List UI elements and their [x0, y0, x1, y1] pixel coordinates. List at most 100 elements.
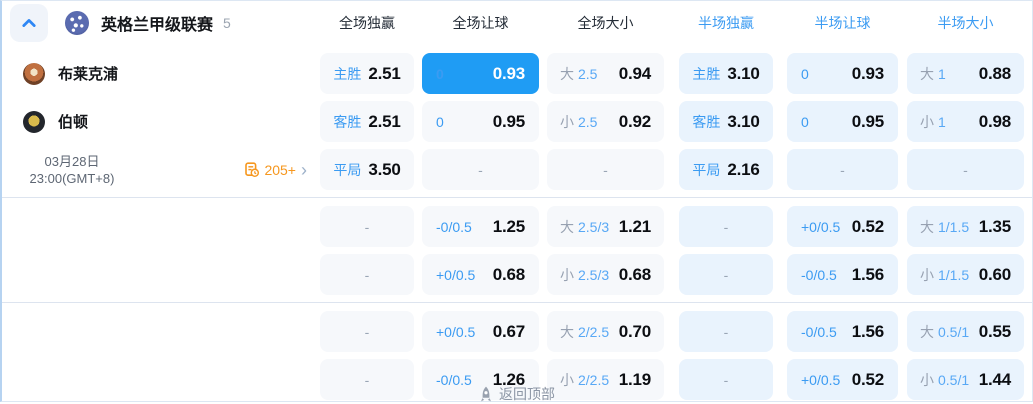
side-label: 大	[920, 66, 934, 82]
odds-cell[interactable]: 主胜2.51	[320, 53, 414, 94]
line-label: 1	[938, 114, 946, 130]
markets-count: 205+	[264, 162, 296, 178]
group-divider	[2, 197, 1032, 198]
league-match-count: 5	[223, 15, 231, 31]
odds-cell-empty: -	[679, 359, 773, 400]
odds-label: -0/0.5	[801, 324, 837, 340]
odds-value: 0.55	[979, 322, 1011, 342]
dash-label: -	[365, 372, 370, 388]
odds-row: -+0/0.50.67大2/2.50.70--0/0.51.56大0.5/10.…	[2, 311, 1032, 352]
group-divider	[2, 302, 1032, 303]
dash-label: -	[724, 372, 729, 388]
odds-label: +0/0.5	[801, 372, 840, 388]
odds-cell-empty: -	[320, 359, 414, 400]
odds-cell[interactable]: 小2/2.5 1.19	[547, 359, 664, 400]
odds-value: 0.93	[852, 64, 884, 84]
odds-cell[interactable]: 00.93	[422, 53, 539, 94]
odds-value: 1.56	[852, 322, 884, 342]
odds-cell-empty: -	[907, 149, 1024, 190]
odds-cell[interactable]: +0/0.50.68	[422, 254, 539, 295]
odds-cell[interactable]: 平局 3.50	[320, 149, 414, 190]
row-left-spacer	[2, 359, 320, 400]
odds-value: 0.93	[493, 64, 525, 84]
odds-value: 3.50	[368, 160, 400, 180]
line-label: 2.5	[578, 66, 597, 82]
overunder-label: 大2/2.5	[560, 322, 609, 342]
odds-label: 0	[801, 114, 809, 130]
markets-list-icon	[244, 162, 260, 178]
odds-label: 客胜	[692, 112, 720, 132]
side-label: 大	[560, 219, 574, 235]
odds-cell-empty: -	[422, 149, 539, 190]
overunder-label: 大2.5	[560, 64, 597, 84]
overunder-label: 小2.5/3	[560, 265, 609, 285]
dash-label: -	[478, 162, 483, 178]
odds-cell[interactable]: 客胜3.10	[679, 101, 773, 142]
odds-cell[interactable]: 大0.5/1 0.55	[907, 311, 1024, 352]
line-label: 0.5/1	[938, 372, 969, 388]
odds-cell[interactable]: 00.95	[787, 101, 898, 142]
overunder-label: 大0.5/1	[920, 322, 969, 342]
odds-cell[interactable]: 小10.98	[907, 101, 1024, 142]
dash-label: -	[365, 267, 370, 283]
odds-cell[interactable]: -0/0.51.25	[422, 206, 539, 247]
line-label: 2/2.5	[578, 372, 609, 388]
odds-label: 主胜	[692, 64, 720, 84]
line-label: 1/1.5	[938, 267, 969, 283]
odds-cell[interactable]: -0/0.5 1.56	[787, 311, 898, 352]
odds-cell[interactable]: 00.95	[422, 101, 539, 142]
odds-cell[interactable]: 小0.5/11.44	[907, 359, 1024, 400]
overunder-label: 小0.5/1	[920, 370, 969, 390]
odds-cell[interactable]: 平局2.16	[679, 149, 773, 190]
back-to-top-button[interactable]: 返回顶部	[478, 384, 555, 404]
line-label: 2.5	[578, 114, 597, 130]
odds-cell[interactable]: 客胜 2.51	[320, 101, 414, 142]
side-label: 小	[560, 267, 574, 283]
odds-value: 0.52	[852, 370, 884, 390]
overunder-label: 小1/1.5	[920, 265, 969, 285]
odds-cell-empty: -	[320, 254, 414, 295]
odds-label: +0/0.5	[801, 219, 840, 235]
side-label: 小	[560, 372, 574, 388]
odds-rows: 布莱克浦主胜2.5100.93大2.50.94主胜3.1000.93大10.88…	[2, 45, 1032, 400]
odds-cell-empty: -	[320, 206, 414, 247]
more-markets-link[interactable]: 205+ ›	[244, 162, 307, 178]
odds-value: 0.67	[493, 322, 525, 342]
odds-cell[interactable]: +0/0.50.52	[787, 206, 898, 247]
match-datetime-row: 03月28日23:00(GMT+8)205+›	[2, 149, 320, 190]
odds-value: 1.19	[619, 370, 651, 390]
odds-label: 平局	[333, 160, 361, 180]
odds-cell[interactable]: 小1/1.50.60	[907, 254, 1024, 295]
odds-cell[interactable]: 主胜3.10	[679, 53, 773, 94]
league-badge-icon	[65, 11, 89, 35]
odds-value: 0.68	[619, 265, 651, 285]
odds-label: 客胜	[333, 112, 361, 132]
odds-cell[interactable]: -0/0.51.56	[787, 254, 898, 295]
rocket-icon	[478, 386, 493, 402]
odds-cell[interactable]: 大2.50.94	[547, 53, 664, 94]
odds-label: 0	[436, 66, 444, 82]
odds-cell[interactable]: 大2/2.50.70	[547, 311, 664, 352]
odds-label: -0/0.5	[801, 267, 837, 283]
odds-cell[interactable]: 大2.5/31.21	[547, 206, 664, 247]
odds-row: 03月28日23:00(GMT+8)205+›平局3.50--平局2.16--	[2, 149, 1032, 190]
odds-cell[interactable]: 大1/1.51.35	[907, 206, 1024, 247]
odds-value: 0.98	[979, 112, 1011, 132]
odds-cell[interactable]: +0/0.5 0.52	[787, 359, 898, 400]
odds-cell[interactable]: +0/0.50.67	[422, 311, 539, 352]
odds-cell[interactable]: 小2.50.92	[547, 101, 664, 142]
dash-label: -	[603, 162, 608, 178]
column-header-full-handicap: 全场让球	[422, 13, 539, 33]
odds-cell[interactable]: 00.93	[787, 53, 898, 94]
column-header-half-win: 半场独赢	[679, 13, 773, 33]
odds-value: 0.92	[619, 112, 651, 132]
collapse-button[interactable]	[10, 4, 48, 42]
dash-label: -	[724, 267, 729, 283]
odds-cell[interactable]: 小2.5/3 0.68	[547, 254, 664, 295]
chevron-right-icon: ›	[301, 163, 307, 177]
overunder-label: 小2/2.5	[560, 370, 609, 390]
line-label: 1/1.5	[938, 219, 969, 235]
odds-cell[interactable]: 大10.88	[907, 53, 1024, 94]
odds-value: 2.51	[368, 112, 400, 132]
home-team-badge-icon	[23, 63, 45, 85]
